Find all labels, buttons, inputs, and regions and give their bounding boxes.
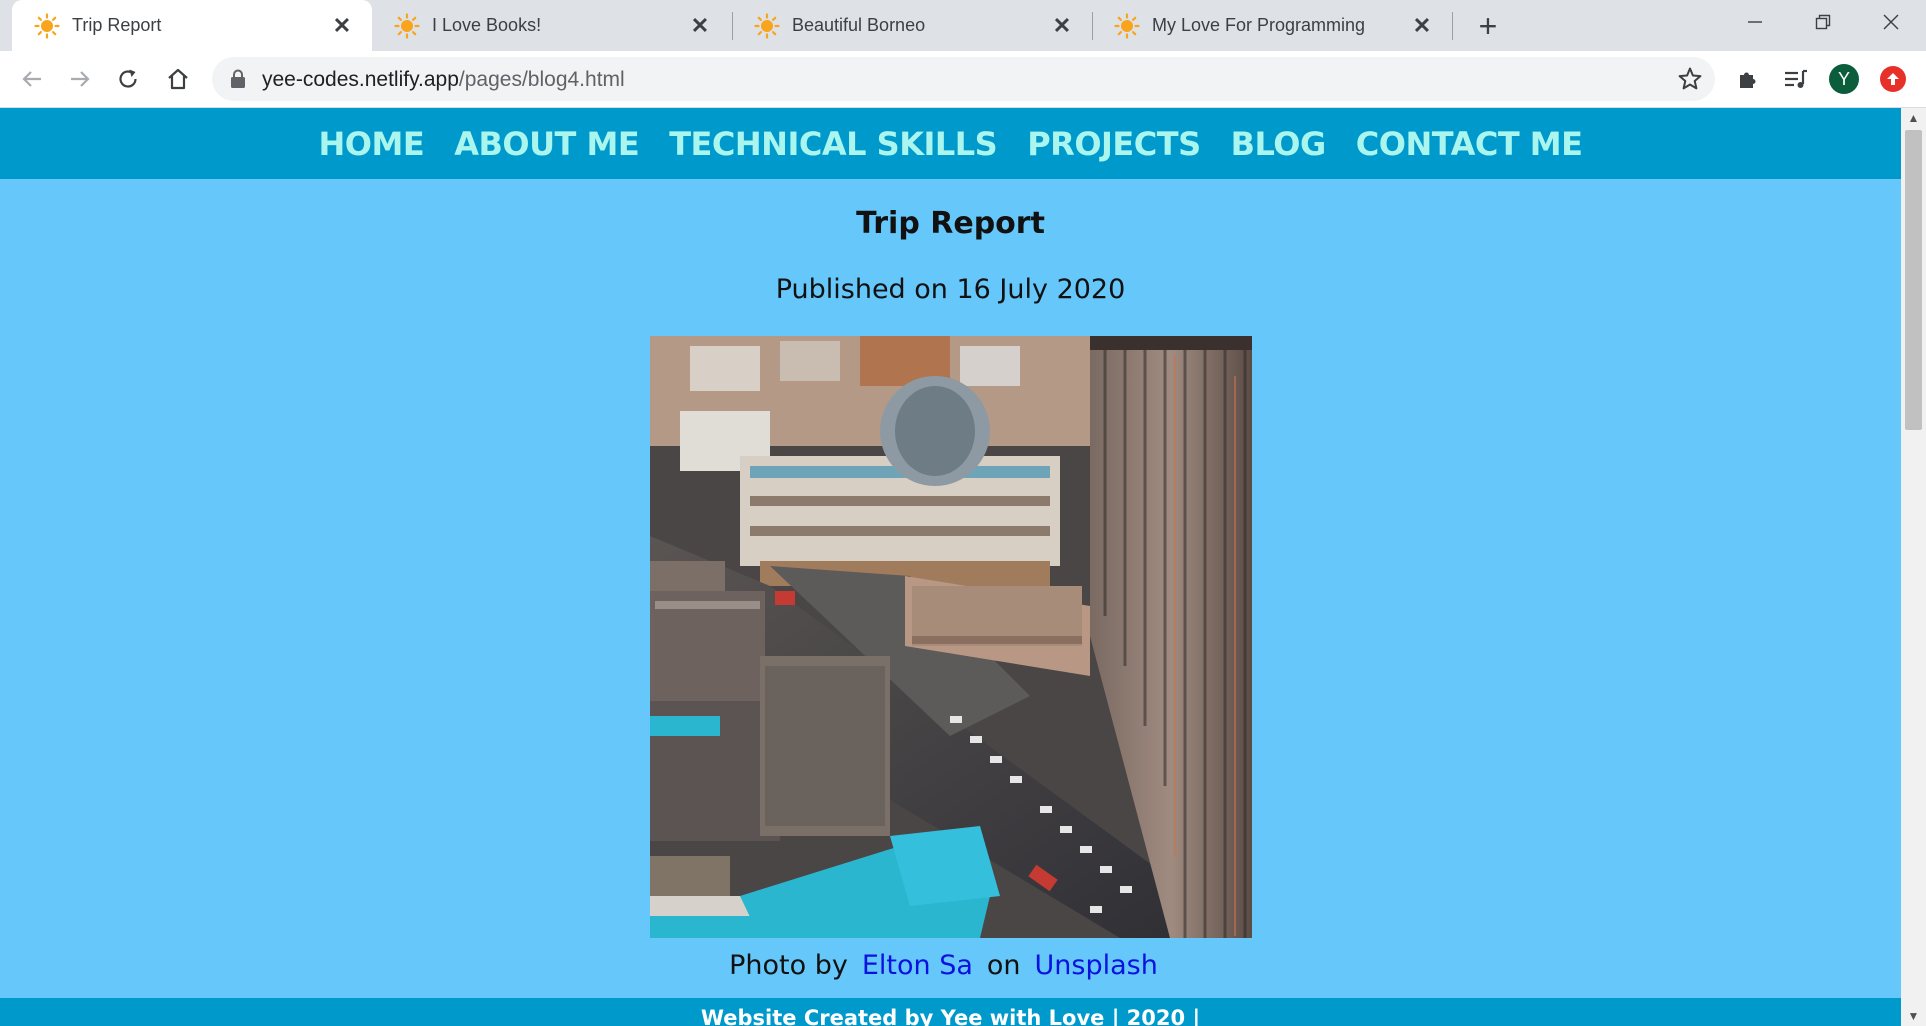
forward-arrow-icon[interactable] xyxy=(60,59,100,99)
city-aerial-photo xyxy=(650,336,1252,938)
url-host: yee-codes.netlify.app xyxy=(262,68,459,91)
close-tab-icon[interactable]: ✕ xyxy=(330,13,354,38)
page-viewport: HOME ABOUT ME TECHNICAL SKILLS PROJECTS … xyxy=(0,108,1901,1026)
nav-link-blog[interactable]: BLOG xyxy=(1231,125,1327,163)
sun-favicon-icon xyxy=(1114,12,1140,39)
nav-link-about-me[interactable]: ABOUT ME xyxy=(454,125,640,163)
sun-favicon-icon xyxy=(754,12,780,39)
tab-separator xyxy=(1452,12,1453,40)
credit-prefix: Photo by xyxy=(729,950,848,981)
nav-link-contact-me[interactable]: CONTACT ME xyxy=(1356,125,1583,163)
update-arrow-icon[interactable] xyxy=(1880,66,1906,92)
page-title: Trip Report xyxy=(856,206,1045,241)
profile-initial: Y xyxy=(1837,68,1850,89)
nav-link-home[interactable]: HOME xyxy=(319,125,425,163)
browser-toolbar: yee-codes.netlify.app/pages/blog4.html Y xyxy=(0,51,1926,108)
scroll-down-arrow-icon[interactable]: ▼ xyxy=(1901,1006,1926,1026)
url-text[interactable]: yee-codes.netlify.app/pages/blog4.html xyxy=(262,68,625,92)
close-tab-icon[interactable]: ✕ xyxy=(1410,13,1434,38)
tab-my-love-for-programming[interactable]: My Love For Programming ✕ xyxy=(1092,0,1452,51)
profile-avatar[interactable]: Y xyxy=(1829,64,1859,94)
close-window-icon[interactable] xyxy=(1858,0,1924,44)
tab-i-love-books[interactable]: I Love Books! ✕ xyxy=(372,0,730,51)
extensions-puzzle-icon[interactable] xyxy=(1730,61,1766,97)
tab-strip: Trip Report ✕ I Love Books! ✕ Beautiful … xyxy=(0,0,1926,51)
unsplash-link[interactable]: Unsplash xyxy=(1035,950,1158,981)
url-path: /pages/blog4.html xyxy=(458,68,625,91)
sun-favicon-icon xyxy=(394,12,420,39)
tab-title: Trip Report xyxy=(72,15,162,35)
site-footer: Website Created by Yee with Love | 2020 … xyxy=(0,998,1901,1026)
tab-title: My Love For Programming xyxy=(1152,15,1366,35)
photographer-link[interactable]: Elton Sa xyxy=(862,950,973,981)
site-navigation: HOME ABOUT ME TECHNICAL SKILLS PROJECTS … xyxy=(0,108,1901,179)
nav-link-technical-skills[interactable]: TECHNICAL SKILLS xyxy=(669,125,998,163)
address-bar[interactable]: yee-codes.netlify.app/pages/blog4.html xyxy=(212,57,1715,101)
tab-title: I Love Books! xyxy=(432,15,542,35)
footer-text: Website Created by Yee with Love | 2020 … xyxy=(700,1006,1201,1026)
nav-link-projects[interactable]: PROJECTS xyxy=(1027,125,1201,163)
minimize-icon[interactable] xyxy=(1722,0,1788,44)
tab-trip-report[interactable]: Trip Report ✕ xyxy=(12,0,372,51)
scroll-up-arrow-icon[interactable]: ▲ xyxy=(1901,108,1926,128)
close-tab-icon[interactable]: ✕ xyxy=(1050,13,1074,38)
home-icon[interactable] xyxy=(158,59,198,99)
sun-favicon-icon xyxy=(34,12,60,39)
bookmark-star-icon[interactable] xyxy=(1677,66,1703,92)
back-arrow-icon[interactable] xyxy=(12,59,52,99)
tab-title: Beautiful Borneo xyxy=(792,15,926,35)
tab-beautiful-borneo[interactable]: Beautiful Borneo ✕ xyxy=(732,0,1092,51)
photo-credit: Photo by Elton Sa on Unsplash xyxy=(0,950,1901,981)
lock-icon[interactable] xyxy=(230,69,246,89)
reload-icon[interactable] xyxy=(108,59,148,99)
new-tab-plus-icon[interactable]: + xyxy=(1470,8,1506,44)
credit-middle: on xyxy=(986,950,1021,981)
media-queue-icon[interactable] xyxy=(1778,61,1814,97)
close-tab-icon[interactable]: ✕ xyxy=(688,13,712,38)
vertical-scrollbar[interactable]: ▲ ▼ xyxy=(1901,108,1926,1026)
scrollbar-thumb[interactable] xyxy=(1905,130,1922,430)
restore-icon[interactable] xyxy=(1790,0,1856,44)
published-date: Published on 16 July 2020 xyxy=(775,274,1126,305)
